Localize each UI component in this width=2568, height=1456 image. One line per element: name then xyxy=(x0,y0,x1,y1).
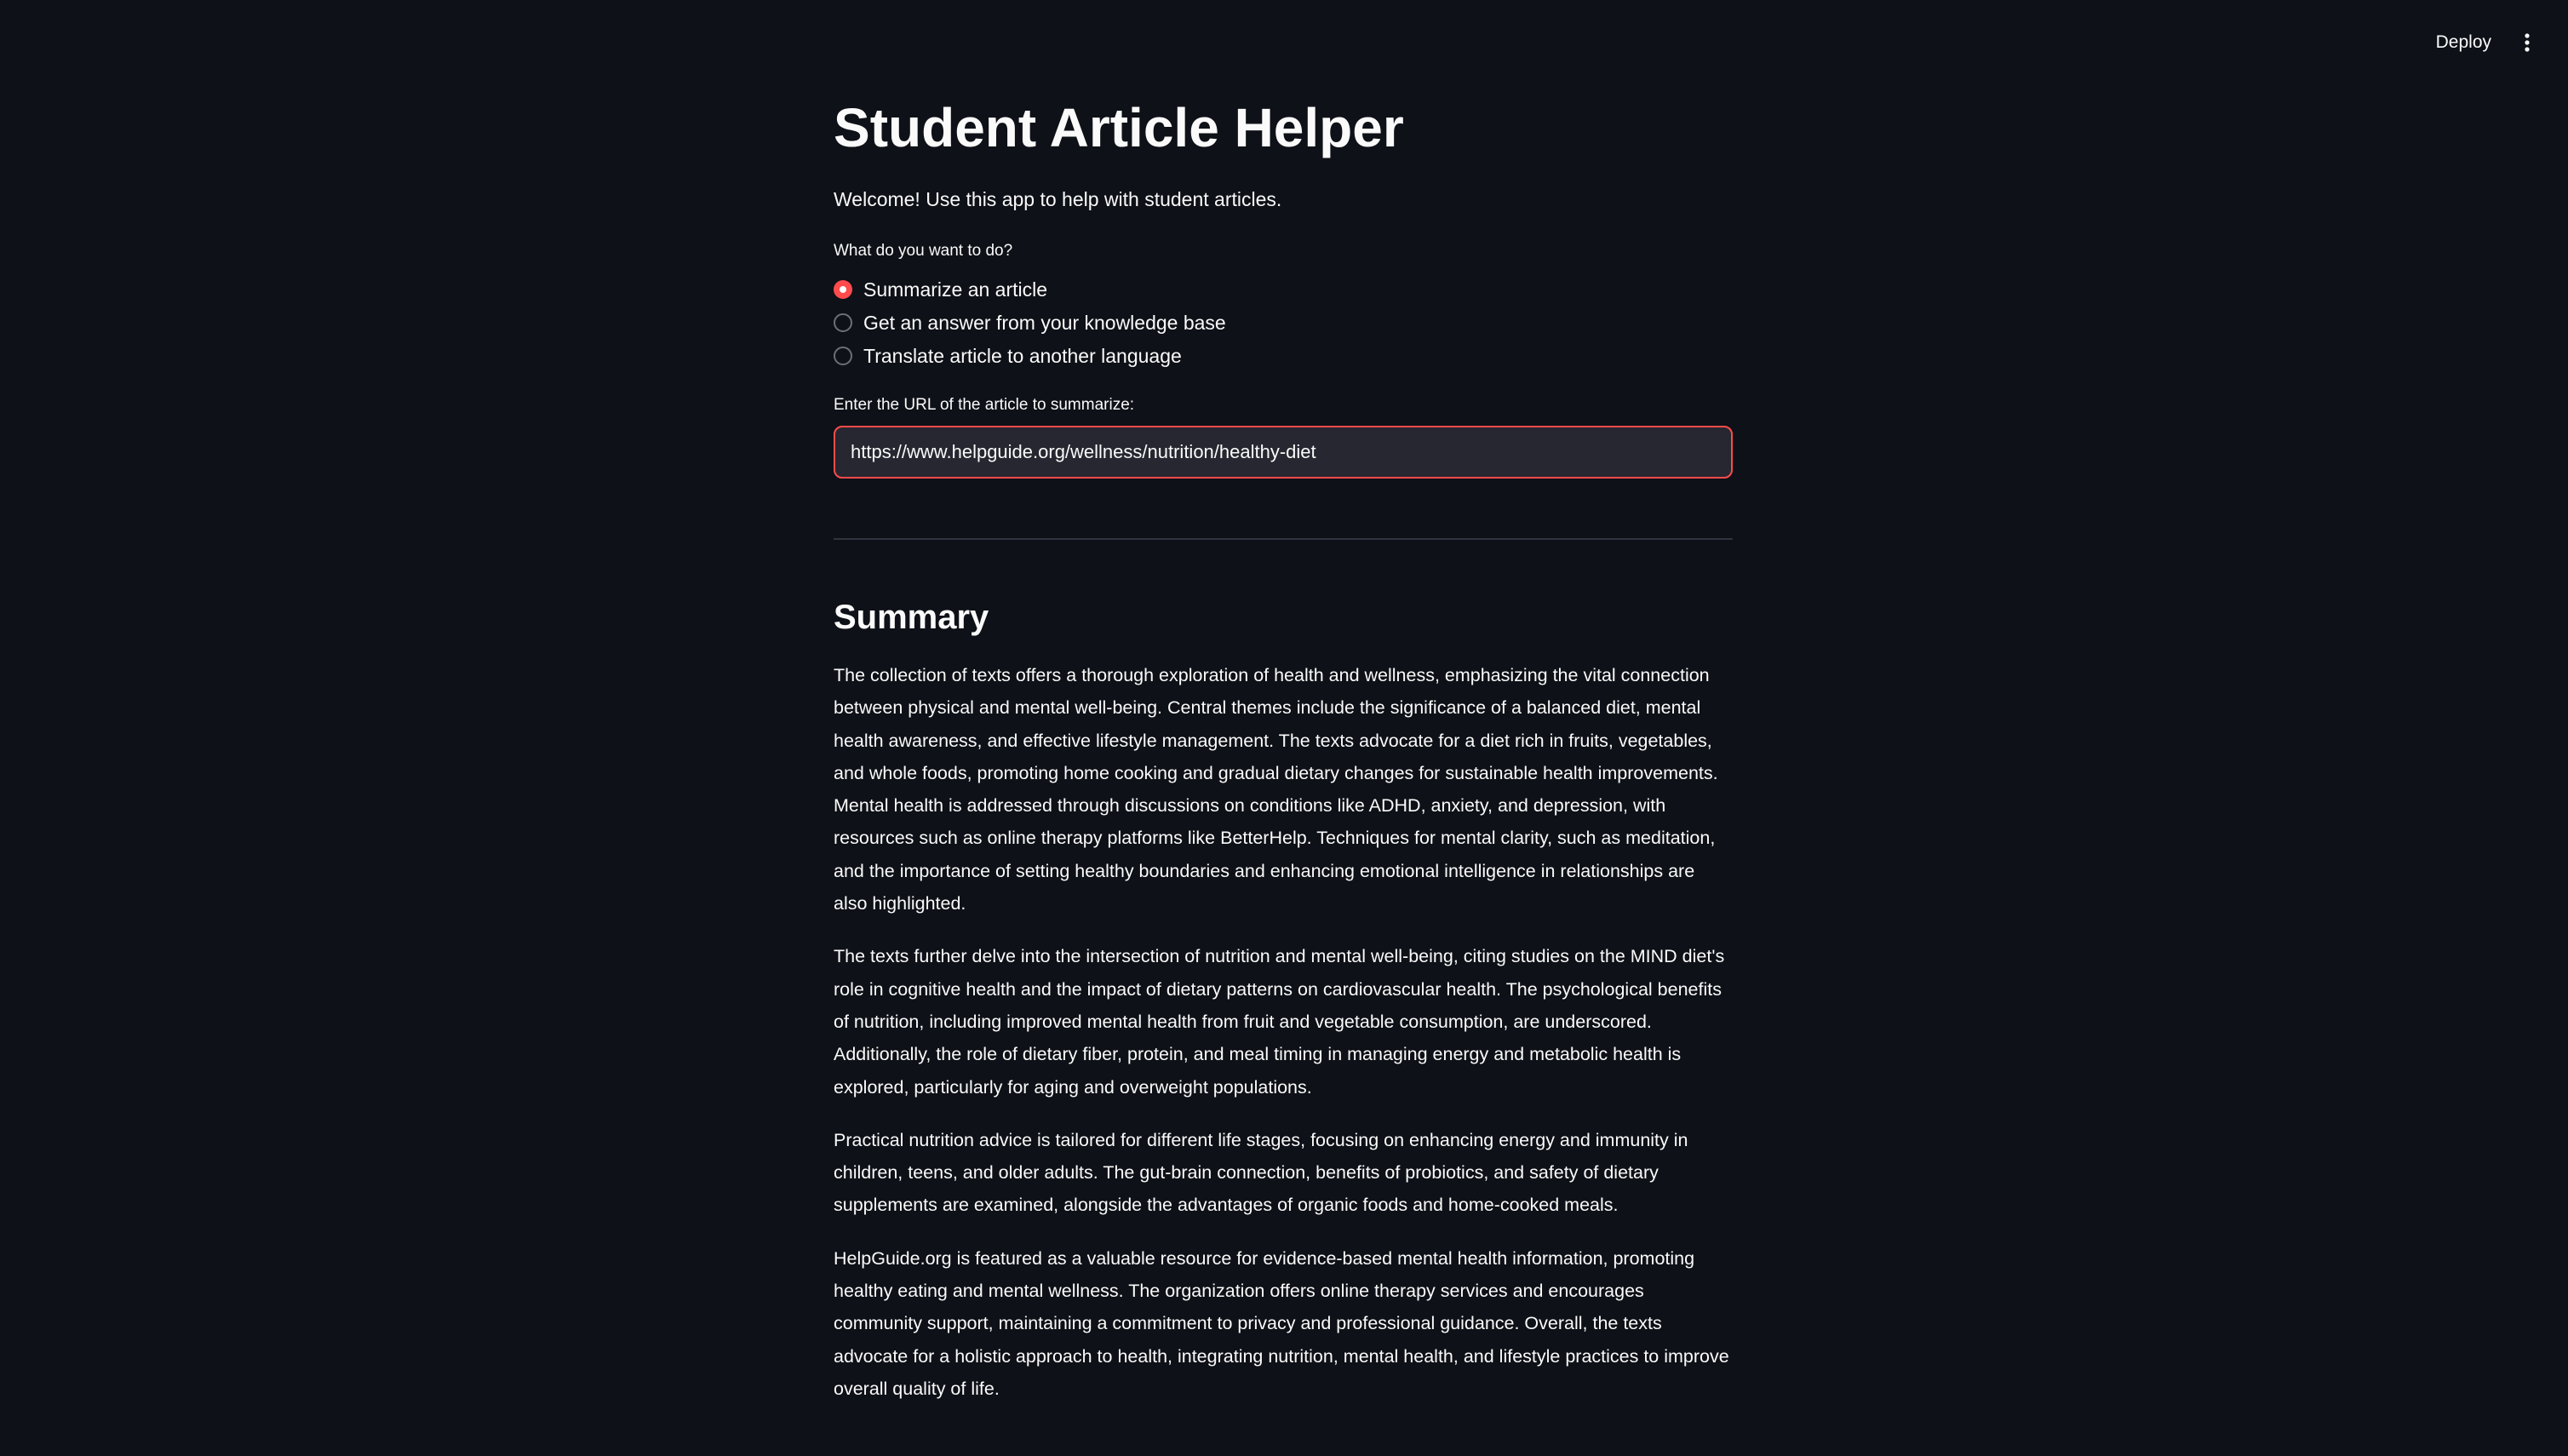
page-title: Student Article Helper xyxy=(834,97,1404,158)
task-radio-group: Summarize an article Get an answer from … xyxy=(834,272,1226,372)
radio-option-summarize[interactable]: Summarize an article xyxy=(834,272,1226,306)
summary-paragraph: The collection of texts offers a thoroug… xyxy=(834,665,1718,914)
summary-paragraph: The texts further delve into the interse… xyxy=(834,946,1725,1098)
url-input-container xyxy=(834,426,1733,479)
radio-button-unchecked[interactable] xyxy=(834,346,852,365)
url-input[interactable] xyxy=(835,427,1731,477)
radio-option-label: Translate article to another language xyxy=(863,344,1182,367)
url-input-label: Enter the URL of the article to summariz… xyxy=(834,396,1135,414)
welcome-text: Welcome! Use this app to help with stude… xyxy=(834,188,1282,210)
task-radio-label: What do you want to do? xyxy=(834,242,1013,260)
radio-option-label: Summarize an article xyxy=(863,278,1048,301)
main-menu-button[interactable] xyxy=(2510,26,2544,60)
deploy-button[interactable]: Deploy xyxy=(2428,24,2500,61)
radio-option-knowledge-base[interactable]: Get an answer from your knowledge base xyxy=(834,306,1226,339)
radio-option-label: Get an answer from your knowledge base xyxy=(863,311,1226,334)
kebab-menu-icon xyxy=(2525,33,2530,52)
radio-option-translate[interactable]: Translate article to another language xyxy=(834,339,1226,372)
radio-button-checked[interactable] xyxy=(834,279,852,299)
app-header: Deploy xyxy=(0,0,2568,82)
radio-button-unchecked[interactable] xyxy=(834,312,852,332)
summary-paragraph: HelpGuide.org is featured as a valuable … xyxy=(834,1247,1729,1399)
summary-body: The collection of texts offers a thoroug… xyxy=(834,659,1733,1425)
summary-heading: Summary xyxy=(834,599,989,636)
summary-paragraph: Practical nutrition advice is tailored f… xyxy=(834,1129,1688,1216)
section-divider xyxy=(834,538,1733,540)
